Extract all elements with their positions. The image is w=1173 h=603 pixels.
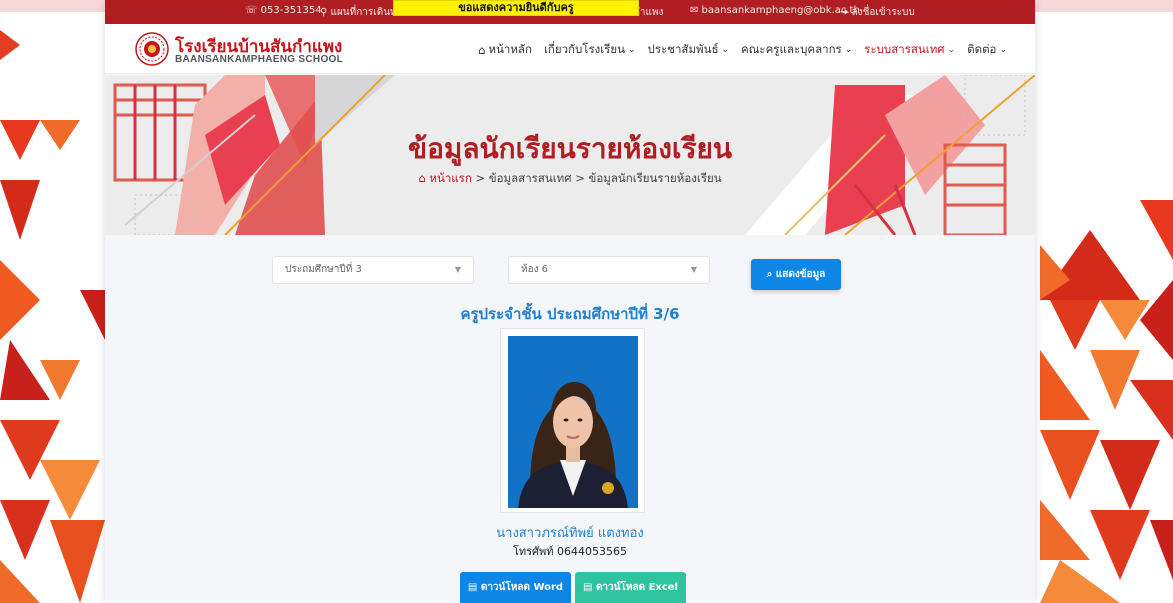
chevron-down-icon: ⌄ xyxy=(721,45,730,55)
file-icon: ▤ xyxy=(467,582,478,593)
email-link[interactable]: ✉ baansankamphaeng@obk.ac.th xyxy=(690,5,860,16)
breadcrumb-current: ข้อมูลนักเรียนรายห้องเรียน xyxy=(588,171,722,185)
show-data-button[interactable]: ⌕ แสดงข้อมูล xyxy=(751,259,841,290)
chevron-down-icon: ▼ xyxy=(690,265,697,274)
breadcrumb-home[interactable]: หน้าแรก xyxy=(429,171,471,185)
main-content: ประถมศึกษาปีที่ 3 ▼ ห้อง 6 ▼ ⌕ แสดงข้อมู… xyxy=(105,235,1035,603)
nav-item-news[interactable]: ประชาสัมพันธ์ ⌄ xyxy=(648,41,730,59)
nav-item-info-system[interactable]: ระบบสารสนเทศ ⌄ xyxy=(864,41,955,59)
school-name-en: BAANSANKAMPHAENG SCHOOL xyxy=(175,54,344,65)
breadcrumb: ⌂ หน้าแรก > ข้อมูลสารสนเทศ > ข้อมูลนักเร… xyxy=(105,170,1035,188)
chevron-down-icon: ▼ xyxy=(454,265,461,274)
room-select[interactable]: ห้อง 6 ▼ xyxy=(508,256,710,284)
teacher-photo xyxy=(508,336,638,508)
teacher-name: นางสาวภรณ์ทิพย์ แตงทอง xyxy=(496,526,644,541)
school-emblem-icon[interactable] xyxy=(135,32,169,66)
download-word-button[interactable]: ▤ ดาวน์โหลด Word xyxy=(460,572,571,603)
chevron-down-icon: ⌄ xyxy=(947,45,956,55)
teacher-photo-card xyxy=(500,328,645,513)
home-icon: ⌂ xyxy=(418,171,426,185)
page-banner: ข้อมูลนักเรียนรายห้องเรียน ⌂ หน้าแรก > ข… xyxy=(105,75,1035,235)
page-title: ข้อมูลนักเรียนรายห้องเรียน xyxy=(407,132,733,165)
breadcrumb-separator: > xyxy=(475,171,486,185)
home-icon: ⌂ xyxy=(478,43,486,57)
nav-item-about[interactable]: เกี่ยวกับโรงเรียน ⌄ xyxy=(544,41,636,59)
nav-item-home[interactable]: ⌂ หน้าหลัก xyxy=(478,41,532,59)
main-navbar: โรงเรียนบ้านสันกำแพง BAANSANKAMPHAENG SC… xyxy=(105,24,1035,74)
page-container: ☏ 053-351354 ⚲ แผนที่การเดินทาง โรงเรียน… xyxy=(105,0,1035,603)
breadcrumb-separator: > xyxy=(575,171,585,185)
phone-info[interactable]: ☏ 053-351354 xyxy=(245,5,322,16)
chevron-down-icon: ⌄ xyxy=(999,45,1007,55)
notice-banner[interactable]: ขอแสดงความยินดีกับครู xyxy=(393,0,639,16)
login-link[interactable]: ➜ ลงชื่อเข้าระบบ xyxy=(840,5,915,20)
nav-item-staff[interactable]: คณะครูและบุคลากร ⌄ xyxy=(741,41,852,59)
homeroom-teacher-heading: ครูประจำชั้น ประถมศึกษาปีที่ 3/6 xyxy=(460,305,680,323)
nav-item-contact[interactable]: ติดต่อ ⌄ xyxy=(967,41,1007,59)
grade-select[interactable]: ประถมศึกษาปีที่ 3 ▼ xyxy=(272,256,474,284)
nav-menu: ⌂ หน้าหลัก เกี่ยวกับโรงเรียน ⌄ ประชาสัมพ… xyxy=(478,41,1007,59)
teacher-phone: โทรศัพท์ 0644053565 xyxy=(512,545,628,558)
download-excel-button[interactable]: ▤ ดาวน์โหลด Excel xyxy=(575,572,686,603)
chevron-down-icon: ⌄ xyxy=(627,45,636,55)
room-select-value: ห้อง 6 xyxy=(521,264,549,275)
chevron-down-icon: ⌄ xyxy=(844,45,853,55)
breadcrumb-section[interactable]: ข้อมูลสารสนเทศ xyxy=(489,171,572,185)
file-icon: ▤ xyxy=(583,582,593,593)
grade-select-value: ประถมศึกษาปีที่ 3 xyxy=(285,264,362,275)
search-icon: ⌕ xyxy=(766,269,773,280)
